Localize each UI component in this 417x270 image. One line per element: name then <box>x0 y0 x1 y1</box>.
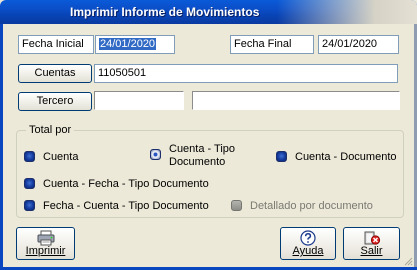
start-date-field[interactable]: 24/01/2020 <box>95 35 175 54</box>
cuentas-button[interactable]: Cuentas <box>18 64 92 83</box>
help-icon <box>300 230 316 246</box>
exit-icon <box>364 231 380 245</box>
total-por-title: Total por <box>26 124 75 136</box>
radio-cuenta[interactable] <box>24 151 35 162</box>
start-date-label: Fecha Inicial <box>18 35 94 54</box>
print-movements-dialog: Imprimir Informe de Movimientos Fecha In… <box>0 0 417 270</box>
window-title: Imprimir Informe de Movimientos <box>70 5 260 19</box>
tercero-button[interactable]: Tercero <box>18 92 92 111</box>
radio-cuenta-fecha-tipo-documento[interactable] <box>24 178 35 189</box>
print-button[interactable]: Imprimir <box>16 227 75 260</box>
tercero-code-field[interactable] <box>94 91 184 110</box>
radio-fecha-cuenta-tipo-documento[interactable] <box>24 200 35 211</box>
exit-button-label: Salir <box>360 245 383 257</box>
checkbox-detallado-por-documento[interactable] <box>231 200 242 211</box>
exit-button[interactable]: Salir <box>343 227 400 260</box>
radio-cuenta-label: Cuenta <box>43 151 79 163</box>
help-button-label: Ayuda <box>292 245 324 257</box>
detallado-por-documento-label: Detallado por documento <box>250 200 373 212</box>
tercero-name-field[interactable] <box>192 91 400 110</box>
print-button-label: Imprimir <box>25 245 66 257</box>
radio-cuenta-documento-label: Cuenta - Documento <box>295 151 397 163</box>
printer-icon <box>37 230 54 246</box>
end-date-field[interactable]: 24/01/2020 <box>318 35 399 54</box>
title-bar[interactable]: Imprimir Informe de Movimientos <box>0 0 417 24</box>
radio-cuenta-tipo-documento[interactable] <box>150 149 161 160</box>
radio-cuenta-documento[interactable] <box>276 151 287 162</box>
radio-cuenta-fecha-tipo-documento-label: Cuenta - Fecha - Tipo Documento <box>43 178 209 190</box>
resize-grip-icon[interactable] <box>403 256 413 266</box>
end-date-label: Fecha Final <box>230 35 314 54</box>
radio-fecha-cuenta-tipo-documento-label: Fecha - Cuenta - Tipo Documento <box>43 200 209 212</box>
radio-cuenta-tipo-documento-label-line1: Cuenta - Tipo <box>169 143 236 155</box>
radio-cuenta-tipo-documento-label-line2: Documento <box>169 156 226 168</box>
help-button[interactable]: Ayuda <box>280 227 336 260</box>
cuentas-field[interactable]: 11050501 <box>94 64 398 83</box>
